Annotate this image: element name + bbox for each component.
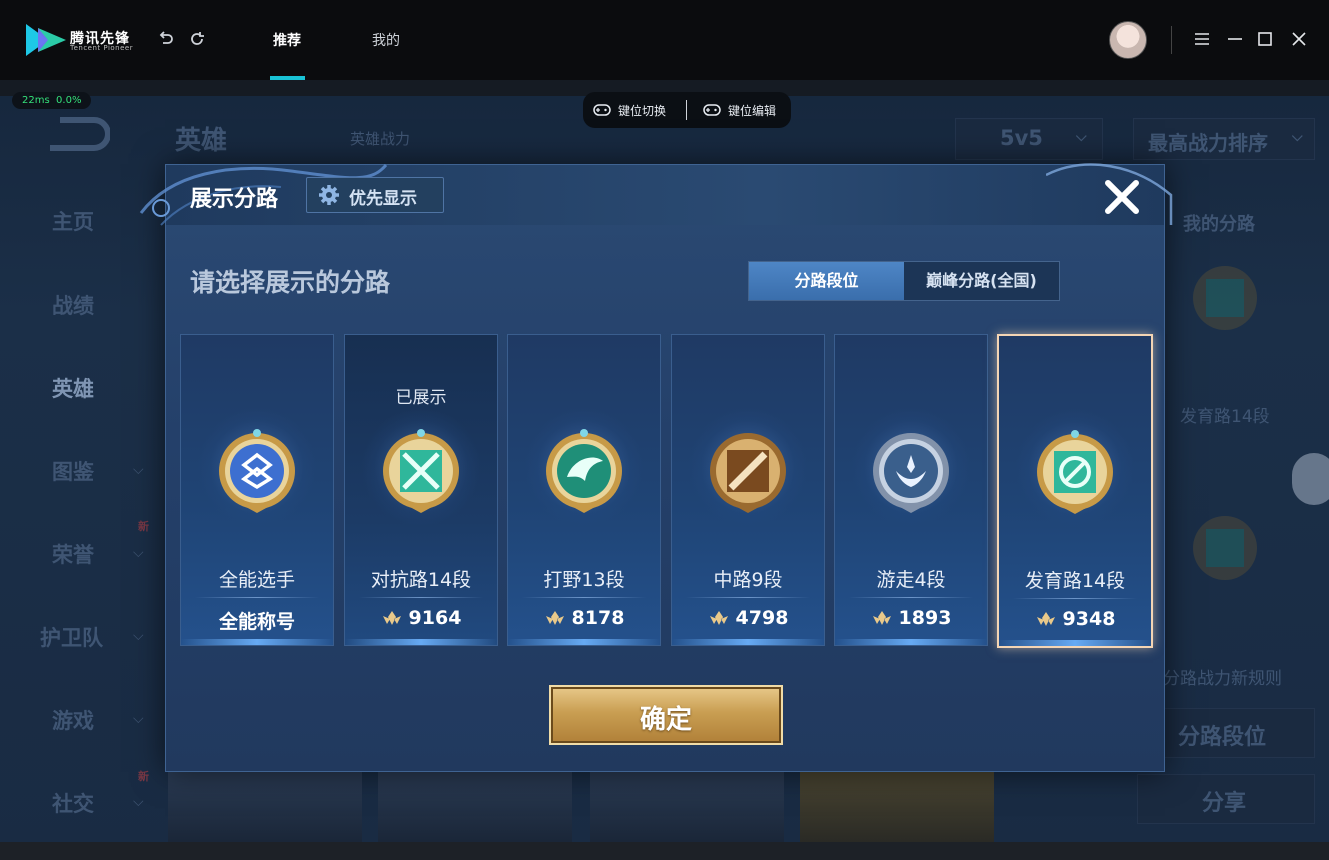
mid-lane-emblem-icon xyxy=(710,433,786,513)
menu-icon[interactable] xyxy=(1193,30,1211,48)
hero-page-title: 英雄 xyxy=(175,126,228,156)
back-arrow-icon xyxy=(50,117,110,151)
dialog-title: 展示分路 xyxy=(190,187,279,212)
chevron-down-icon: ⌵ xyxy=(133,711,144,727)
priority-display-label: 优先显示 xyxy=(349,189,417,209)
lane-name: 对抗路14段 xyxy=(370,569,472,591)
gear-icon xyxy=(319,185,339,205)
gamepad-icon xyxy=(593,104,611,116)
dialog-subtitle: 请选择展示的分路 xyxy=(190,268,391,297)
new-badge: 新 xyxy=(138,520,149,533)
lane-value: 全能称号 xyxy=(218,611,295,633)
close-window-icon[interactable] xyxy=(1290,30,1308,48)
my-lane-name: 发育路14段 xyxy=(1180,407,1270,427)
tab-recommend[interactable]: 推荐 xyxy=(273,30,301,50)
lane-power-value: 8178 xyxy=(508,607,660,629)
gamepad-icon xyxy=(703,104,721,116)
key-mapping-bar: 键位切换 键位编辑 xyxy=(583,92,791,128)
titlebar-divider xyxy=(1171,26,1172,54)
key-edit-button[interactable]: 键位编辑 xyxy=(728,102,776,119)
hero-power-label: 英雄战力 xyxy=(350,130,411,148)
power-icon xyxy=(1036,612,1055,626)
power-icon xyxy=(709,611,728,625)
sidebar-item-heroes: 英雄 xyxy=(52,377,94,401)
lane-card-allround[interactable]: 全能选手 全能称号 xyxy=(180,334,334,646)
lane-card-mid[interactable]: 中路9段 4798 xyxy=(671,334,825,646)
sidebar-item-home: 主页 xyxy=(52,210,94,234)
lane-name: 打野13段 xyxy=(543,569,625,591)
sidebar-item-records: 战绩 xyxy=(52,294,94,318)
sidebar-item-games: 游戏 xyxy=(52,709,94,733)
hero-thumbnail xyxy=(378,770,572,842)
maximize-icon[interactable] xyxy=(1256,30,1274,48)
lane-name: 游走4段 xyxy=(876,569,946,591)
lane-mode-toggle: 分路段位 巅峰分路(全国) xyxy=(748,261,1060,301)
hero-thumbnail xyxy=(800,770,994,842)
user-avatar[interactable] xyxy=(1109,21,1147,59)
app-subtitle: Tencent Pioneer xyxy=(70,44,134,52)
lane-emblem-icon xyxy=(1193,516,1257,580)
chevron-down-icon: ⌵ xyxy=(133,628,144,644)
packet-loss-value: 0.0% xyxy=(56,95,82,106)
hero-thumbnail xyxy=(590,770,784,842)
new-badge: 新 xyxy=(138,770,149,783)
lane-power-value: 9164 xyxy=(345,607,497,629)
lane-power-value: 9348 xyxy=(999,608,1151,630)
tencent-pioneer-logo-icon xyxy=(26,24,66,56)
close-icon[interactable] xyxy=(1100,175,1144,219)
allround-emblem-icon xyxy=(219,429,295,513)
lane-card-farm[interactable]: 发育路14段 9348 xyxy=(997,334,1153,648)
lane-power-value: 1893 xyxy=(835,607,987,629)
tab-mine[interactable]: 我的 xyxy=(372,30,400,50)
ping-value: 22ms xyxy=(22,95,50,106)
lane-power-value: 4798 xyxy=(672,607,824,629)
side-hex-handle xyxy=(1292,453,1329,505)
lane-card-jungle[interactable]: 打野13段 8178 xyxy=(507,334,661,646)
key-switch-button[interactable]: 键位切换 xyxy=(618,102,666,119)
lane-name: 全能选手 xyxy=(218,569,295,591)
lane-display-dialog: 展示分路 优先显示 请选择展示的分路 分路段位 巅峰分路(全国) 全能选手 全能… xyxy=(139,163,1173,772)
game-viewport[interactable]: 主页 战绩 英雄 图鉴 ⌵ 荣誉 新 ⌵ 护卫队 ⌵ 游戏 ⌵ 社交 新 ⌵ 英… xyxy=(0,80,1329,860)
priority-display-button[interactable]: 优先显示 xyxy=(306,177,444,213)
chevron-down-icon: ⌵ xyxy=(133,545,144,561)
chevron-down-icon: ⌵ xyxy=(133,794,144,810)
power-icon xyxy=(382,611,401,625)
farm-lane-emblem-icon xyxy=(1037,430,1113,514)
my-lane-title: 我的分路 xyxy=(1183,214,1255,235)
lane-power-rule-link: 分路战力新规则 xyxy=(1163,669,1282,689)
ping-indicator: 22ms 0.0% xyxy=(12,92,92,109)
tab-lane-rank[interactable]: 分路段位 xyxy=(749,262,904,300)
app-titlebar: 腾讯先锋 Tencent Pioneer 推荐 我的 xyxy=(0,0,1329,80)
share-button: 分享 xyxy=(1137,774,1315,824)
roam-emblem-icon xyxy=(873,433,949,513)
lane-emblem-icon xyxy=(1193,266,1257,330)
lane-card-roam[interactable]: 游走4段 1893 xyxy=(834,334,988,646)
undo-icon[interactable] xyxy=(156,29,176,49)
sort-select: 最高战力排序 ⌵ xyxy=(1133,118,1315,160)
chevron-down-icon: ⌵ xyxy=(133,462,144,478)
tab-peak-lane[interactable]: 巅峰分路(全国) xyxy=(904,262,1059,300)
lane-rank-button: 分路段位 xyxy=(1163,708,1315,758)
minimize-icon[interactable] xyxy=(1226,30,1244,48)
mode-select: 5v5 ⌵ xyxy=(955,118,1103,160)
jungle-emblem-icon xyxy=(546,429,622,513)
lane-name: 中路9段 xyxy=(713,569,783,591)
clash-lane-emblem-icon xyxy=(383,429,459,513)
power-icon xyxy=(872,611,891,625)
lane-name: 发育路14段 xyxy=(1024,570,1126,592)
sidebar-item-guard: 护卫队 xyxy=(40,626,103,650)
lane-card-clash[interactable]: 已展示 对抗路14段 9164 xyxy=(344,334,498,646)
power-icon xyxy=(545,611,564,625)
confirm-label: 确定 xyxy=(639,705,692,735)
confirm-button[interactable]: 确定 xyxy=(549,685,783,745)
shown-label: 已展示 xyxy=(395,388,447,408)
sidebar-item-honor: 荣誉 xyxy=(52,543,94,567)
sidebar-item-social: 社交 xyxy=(52,792,94,816)
refresh-icon[interactable] xyxy=(187,29,207,49)
sidebar-item-atlas: 图鉴 xyxy=(52,460,94,484)
hero-thumbnail xyxy=(168,770,362,842)
